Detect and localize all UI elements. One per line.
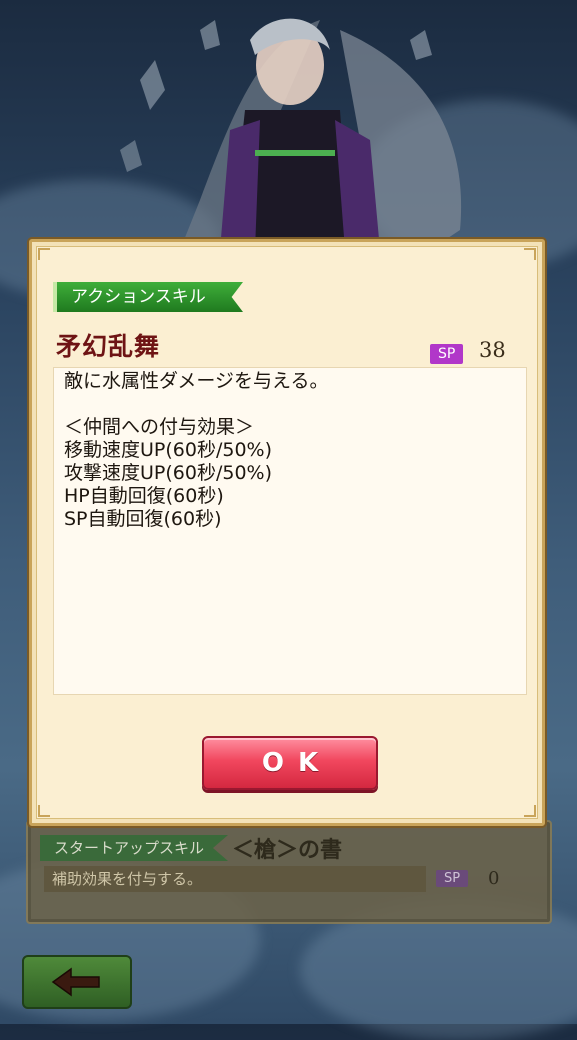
description-line: 敵に水属性ダメージを与える。 — [64, 370, 329, 392]
frame-corner-ornament — [38, 805, 50, 817]
frame-corner-ornament — [38, 248, 50, 260]
skill-name: 矛幻乱舞 — [56, 332, 161, 361]
back-arrow-icon — [51, 967, 100, 997]
description-line: SP自動回復(60秒) — [64, 508, 222, 530]
description-line: 攻撃速度UP(60秒/50%) — [64, 462, 272, 484]
sp-cost-value: 38 — [479, 338, 506, 362]
skill-detail-dialog: アクションスキル 矛幻乱舞 SP 38 敵に水属性ダメージを与える。 ＜仲間への… — [29, 239, 545, 826]
description-line — [64, 393, 516, 416]
ok-button[interactable]: OK — [202, 736, 378, 790]
skill-category-ribbon: アクションスキル — [53, 282, 243, 312]
frame-corner-ornament — [524, 248, 536, 260]
character-artwork — [120, 18, 462, 250]
background-sp-badge: SP — [436, 870, 469, 887]
frame-corner-ornament — [524, 805, 536, 817]
back-button[interactable] — [22, 955, 132, 1009]
background-category-ribbon: スタートアップスキル — [40, 835, 229, 861]
background-skill-name: ＜槍＞の書 — [232, 837, 343, 863]
description-line: 移動速度UP(60秒/50%) — [64, 439, 272, 461]
skill-description-box: 敵に水属性ダメージを与える。 ＜仲間への付与効果＞ 移動速度UP(60秒/50%… — [53, 367, 527, 695]
description-line: ＜仲間への付与効果＞ — [64, 416, 255, 438]
sp-badge: SP — [430, 344, 464, 364]
background-sp-value: 0 — [488, 868, 500, 889]
description-line: HP自動回復(60秒) — [64, 485, 224, 507]
background-skill-description: 補助効果を付与する。 — [44, 866, 426, 892]
